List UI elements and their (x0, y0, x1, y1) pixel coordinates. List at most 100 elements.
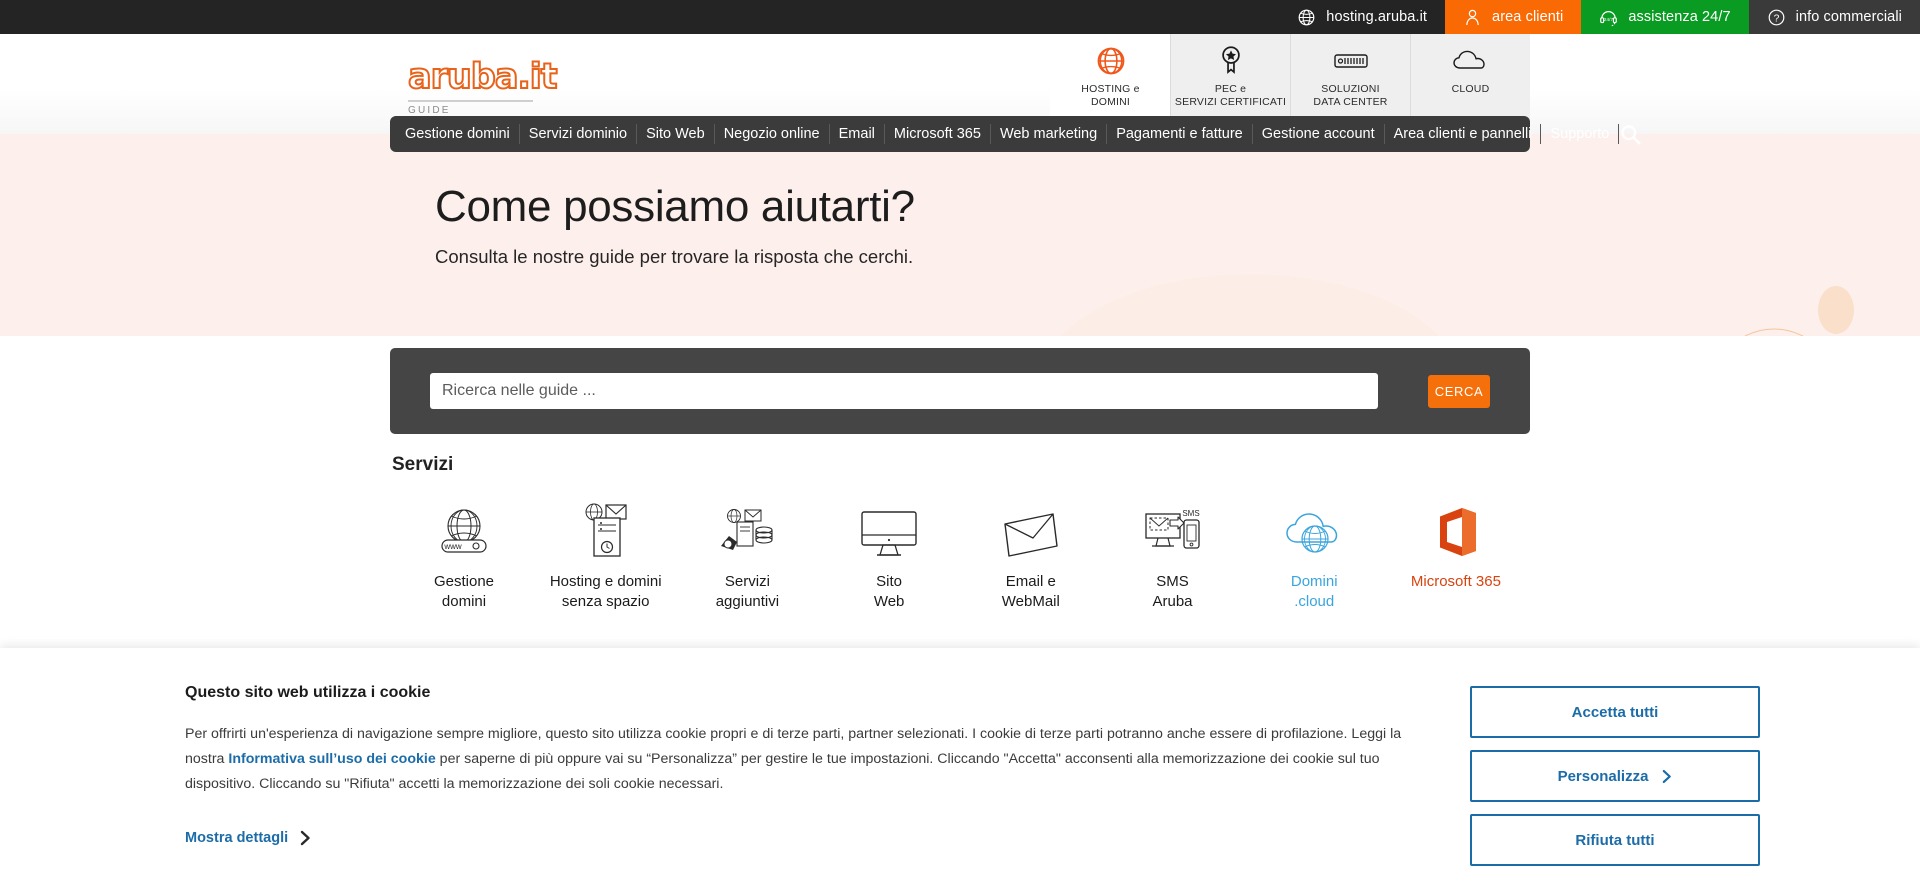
cookie-banner: Questo sito web utilizza i cookie Per of… (0, 648, 1920, 888)
svg-text:24/7: 24/7 (1604, 17, 1614, 23)
sms-phone-icon: SMS (1144, 500, 1202, 558)
topbar-item-assistenza[interactable]: 24/7 assistenza 24/7 (1581, 0, 1749, 34)
chevron-right-icon (1663, 769, 1672, 783)
service-label-line1: Microsoft 365 (1410, 573, 1501, 590)
services-mix-icon (719, 500, 775, 558)
category-label-line2: DOMINI (1090, 96, 1131, 108)
menu-search-button[interactable] (1619, 123, 1642, 146)
service-label-line1: Domini (1290, 573, 1338, 590)
service-domini-cloud[interactable]: Domini .cloud (1254, 500, 1374, 612)
decor-oval (1818, 286, 1854, 334)
category-label-line1: CLOUD (1451, 83, 1490, 95)
service-label: Microsoft 365 (1411, 572, 1501, 592)
logo-text: aruba.it (407, 57, 558, 97)
reject-all-button[interactable]: Rifiuta tutti (1470, 814, 1760, 866)
headset-icon: 24/7 (1600, 10, 1618, 26)
service-label-line1: Gestione (433, 573, 495, 590)
service-label-line1: Sito (876, 573, 903, 590)
topbar-item-info-commerciali[interactable]: ? info commerciali (1748, 0, 1920, 34)
main-content: CERCA Servizi www Gestione domi (390, 348, 1530, 612)
service-label: Servizi aggiuntivi (716, 572, 779, 612)
service-hosting-domini-senza-spazio[interactable]: Hosting e domini senza spazio (546, 500, 666, 612)
menu-item-sito-web[interactable]: Sito Web (637, 124, 715, 144)
globe-icon (1298, 9, 1315, 25)
top-utility-bar: hosting.aruba.it area clienti 24/7 assis… (0, 0, 1920, 34)
page-subtitle: Consulta le nostre guide per trovare la … (435, 246, 914, 267)
logo[interactable]: aruba.it GUIDE (407, 57, 558, 117)
accept-all-label: Accetta tutti (1571, 703, 1659, 721)
menu-item-web-marketing[interactable]: Web marketing (991, 124, 1108, 144)
show-details-link[interactable]: Mostra dettagli (185, 830, 311, 846)
search-icon (1621, 124, 1641, 144)
topbar-item-hosting[interactable]: hosting.aruba.it (1279, 0, 1446, 34)
accept-all-button[interactable]: Accetta tutti (1470, 686, 1760, 738)
cloud-icon (1452, 45, 1489, 77)
category-label: SOLUZIONI DATA CENTER (1313, 83, 1387, 109)
cookie-text-block: Questo sito web utilizza i cookie Per of… (185, 684, 1430, 888)
server-rack-icon (1333, 45, 1368, 77)
service-label-line2: senza spazio (561, 593, 650, 610)
globe-grid-icon (1095, 45, 1127, 77)
cloud-globe-icon (1285, 500, 1343, 558)
menu-item-supporto[interactable]: Supporto (1541, 124, 1620, 144)
main-menu: Gestione domini Servizi dominio Sito Web… (390, 116, 1641, 152)
svg-text:www: www (443, 542, 462, 551)
service-label: Hosting e domini senza spazio (550, 572, 662, 612)
category-label: CLOUD (1452, 83, 1490, 96)
services-grid: www Gestione domini Hosting e domini sen… (390, 500, 1530, 612)
topbar-label: assistenza 24/7 (1628, 9, 1731, 25)
server-mail-icon (580, 500, 632, 558)
service-microsoft-365[interactable]: Microsoft 365 (1396, 500, 1516, 612)
seal-star-icon (1216, 45, 1246, 77)
service-email-webmail[interactable]: Email e WebMail (971, 500, 1091, 612)
cookie-policy-link[interactable]: Informativa sull’uso dei cookie (228, 751, 435, 767)
menu-item-microsoft-365[interactable]: Microsoft 365 (885, 124, 991, 144)
user-icon (1466, 9, 1479, 25)
service-label-line2: WebMail (1001, 593, 1060, 610)
cookie-title: Questo sito web utilizza i cookie (185, 684, 431, 701)
services-heading: Servizi (392, 454, 454, 475)
service-label-line2: Aruba (1152, 593, 1193, 610)
monitor-icon (860, 500, 918, 558)
service-label: SMS Aruba (1153, 572, 1193, 612)
svg-text:SMS: SMS (1182, 509, 1199, 518)
menu-item-servizi-dominio[interactable]: Servizi dominio (520, 124, 638, 144)
search-panel: CERCA (390, 348, 1530, 434)
logo-divider (408, 100, 533, 102)
service-servizi-aggiuntivi[interactable]: Servizi aggiuntivi (687, 500, 807, 612)
service-label-line1: Servizi (724, 573, 770, 590)
menu-item-gestione-domini[interactable]: Gestione domini (396, 124, 520, 144)
office-logo-icon (1432, 500, 1480, 558)
question-icon: ? (1768, 9, 1785, 25)
hero-section: Come possiamo aiutarti? Consulta le nost… (0, 134, 1920, 336)
category-label-line2: DATA CENTER (1313, 96, 1388, 108)
menu-item-pagamenti-e-fatture[interactable]: Pagamenti e fatture (1107, 124, 1253, 144)
service-label-line1: Hosting e domini (549, 573, 662, 590)
menu-item-area-clienti-pannelli[interactable]: Area clienti e pannelli (1385, 124, 1542, 144)
customize-label: Personalizza (1557, 767, 1649, 785)
search-input[interactable] (430, 373, 1378, 409)
category-label-line1: PEC e (1214, 83, 1247, 95)
service-label: Gestione domini (434, 572, 494, 612)
cookie-body: Per offrirti un'esperienza di navigazion… (185, 722, 1430, 797)
envelope-icon (1001, 500, 1061, 558)
menu-item-gestione-account[interactable]: Gestione account (1253, 124, 1385, 144)
service-sito-web[interactable]: Sito Web (829, 500, 949, 612)
customize-button[interactable]: Personalizza (1470, 750, 1760, 802)
service-label-line2: Web (873, 593, 905, 610)
topbar-label: area clienti (1492, 9, 1564, 25)
show-details-label: Mostra dettagli (185, 830, 289, 846)
topbar-item-area-clienti[interactable]: area clienti (1445, 0, 1582, 34)
service-sms-aruba[interactable]: SMS SMS Aruba (1113, 500, 1233, 612)
search-submit-button[interactable]: CERCA (1428, 374, 1490, 408)
topbar-label: info commerciali (1795, 9, 1902, 25)
menu-item-negozio-online[interactable]: Negozio online (715, 124, 830, 144)
svg-text:?: ? (1773, 13, 1779, 24)
menu-item-email[interactable]: Email (830, 124, 885, 144)
service-label: Domini .cloud (1291, 572, 1338, 612)
globe-www-icon: www (436, 500, 492, 558)
category-label: HOSTING e DOMINI (1081, 83, 1139, 109)
topbar-label: hosting.aruba.it (1326, 9, 1428, 25)
service-gestione-domini[interactable]: www Gestione domini (404, 500, 524, 612)
logo-subtitle: GUIDE (408, 105, 451, 116)
